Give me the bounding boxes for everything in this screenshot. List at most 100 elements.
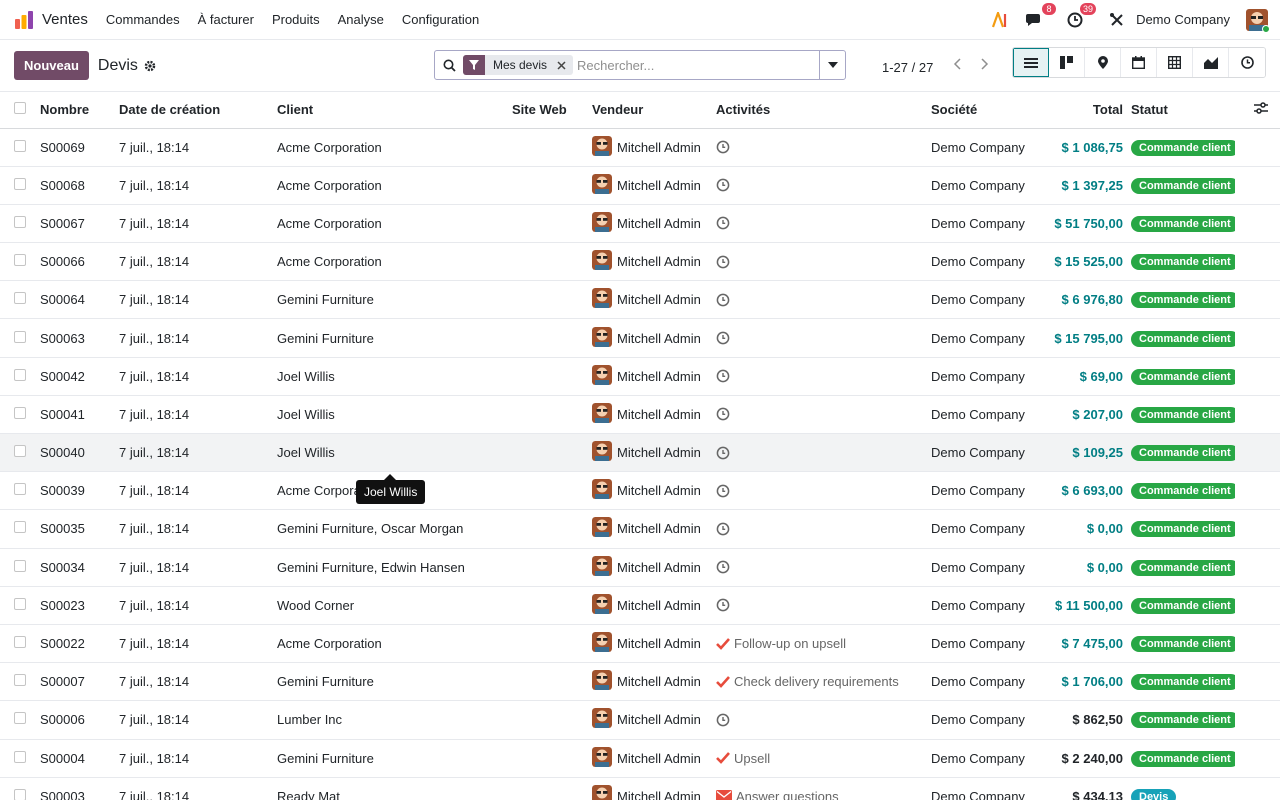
activities-clock-icon[interactable]: 39	[1066, 2, 1097, 29]
select-all-checkbox[interactable]	[14, 102, 26, 115]
email-icon[interactable]	[716, 790, 732, 800]
activity-widget[interactable]: Follow-up on upsell	[716, 636, 923, 651]
activity-widget[interactable]	[716, 178, 923, 192]
column-header-societe[interactable]: Société	[927, 92, 1027, 129]
column-header-site-web[interactable]: Site Web	[508, 92, 588, 129]
ai-icon[interactable]	[992, 11, 1010, 29]
row-checkbox[interactable]	[14, 177, 26, 190]
row-checkbox[interactable]	[14, 674, 26, 687]
check-icon[interactable]	[716, 675, 730, 688]
sales-app-icon[interactable]	[14, 10, 34, 30]
activity-widget[interactable]	[716, 140, 923, 154]
search-input[interactable]	[577, 52, 819, 78]
list-view-icon[interactable]	[1013, 48, 1049, 77]
row-checkbox[interactable]	[14, 215, 26, 228]
row-checkbox[interactable]	[14, 330, 26, 343]
table-row[interactable]: S00063 7 juil., 18:14 Gemini Furniture M…	[0, 318, 1280, 358]
column-header-date[interactable]: Date de création	[115, 92, 273, 129]
user-avatar[interactable]	[1246, 8, 1270, 33]
activity-widget[interactable]: Check delivery requirements	[716, 674, 923, 689]
search-icon[interactable]	[435, 59, 463, 72]
row-checkbox[interactable]	[14, 254, 26, 267]
activity-clock-icon[interactable]	[716, 713, 730, 727]
activity-clock-icon[interactable]	[716, 446, 730, 460]
activity-clock-icon[interactable]	[716, 484, 730, 498]
messages-icon[interactable]: 8	[1026, 2, 1057, 29]
table-row[interactable]: S00042 7 juil., 18:14 Joel Willis Mitche…	[0, 357, 1280, 396]
activity-widget[interactable]: Answer questions	[716, 789, 923, 800]
facet-remove-icon[interactable]	[553, 60, 569, 70]
table-row[interactable]: S00004 7 juil., 18:14 Gemini Furniture M…	[0, 739, 1280, 778]
menu-item-analyse[interactable]: Analyse	[338, 12, 384, 27]
table-row[interactable]: S00006 7 juil., 18:14 Lumber Inc Mitchel…	[0, 700, 1280, 740]
table-row[interactable]: S00003 7 juil., 18:14 Ready Mat Mitchell…	[0, 777, 1280, 800]
activity-widget[interactable]	[716, 522, 923, 536]
menu-item-commandes[interactable]: Commandes	[106, 12, 180, 27]
row-checkbox[interactable]	[14, 483, 26, 496]
table-row[interactable]: S00039 7 juil., 18:14 Acme Corporation M…	[0, 471, 1280, 511]
table-row[interactable]: S00040 7 juil., 18:14 Joel Willis Mitche…	[0, 433, 1280, 473]
column-header-activites[interactable]: Activités	[712, 92, 927, 129]
activity-widget[interactable]	[716, 293, 923, 307]
row-checkbox[interactable]	[14, 636, 26, 649]
activity-widget[interactable]	[716, 560, 923, 574]
activity-widget[interactable]	[716, 255, 923, 269]
row-checkbox[interactable]	[14, 788, 26, 800]
pager-value[interactable]: 1-27 / 27	[882, 60, 933, 75]
search-options-dropdown[interactable]	[819, 51, 845, 79]
table-row[interactable]: S00067 7 juil., 18:14 Acme Corporation M…	[0, 204, 1280, 244]
pivot-view-icon[interactable]	[1157, 48, 1193, 77]
pager-next-icon[interactable]	[971, 50, 999, 78]
check-icon[interactable]	[716, 752, 730, 764]
row-checkbox[interactable]	[14, 139, 26, 152]
activity-clock-icon[interactable]	[716, 178, 730, 192]
table-row[interactable]: S00023 7 juil., 18:14 Wood Corner Mitche…	[0, 586, 1280, 625]
graph-view-icon[interactable]	[1193, 48, 1229, 77]
row-checkbox[interactable]	[14, 368, 26, 381]
kanban-view-icon[interactable]	[1049, 48, 1085, 77]
activity-clock-icon[interactable]	[716, 560, 730, 574]
table-row[interactable]: S00069 7 juil., 18:14 Acme Corporation M…	[0, 128, 1280, 167]
activity-widget[interactable]	[716, 446, 923, 460]
calendar-view-icon[interactable]	[1121, 48, 1157, 77]
row-checkbox[interactable]	[14, 712, 26, 725]
activity-clock-icon[interactable]	[716, 216, 730, 230]
row-checkbox[interactable]	[14, 597, 26, 610]
activity-clock-icon[interactable]	[716, 140, 730, 154]
activity-widget[interactable]	[716, 484, 923, 498]
table-row[interactable]: S00041 7 juil., 18:14 Joel Willis Mitche…	[0, 395, 1280, 435]
menu-item-configuration[interactable]: Configuration	[402, 12, 479, 27]
app-name[interactable]: Ventes	[42, 11, 88, 28]
table-row[interactable]: S00022 7 juil., 18:14 Acme Corporation M…	[0, 624, 1280, 664]
table-row[interactable]: S00068 7 juil., 18:14 Acme Corporation M…	[0, 166, 1280, 205]
row-checkbox[interactable]	[14, 292, 26, 305]
activity-clock-icon[interactable]	[716, 407, 730, 421]
company-switcher[interactable]: Demo Company	[1136, 12, 1230, 27]
optional-columns-icon[interactable]	[1235, 92, 1280, 129]
activity-widget[interactable]	[716, 713, 923, 727]
activity-clock-icon[interactable]	[716, 331, 730, 345]
activity-view-icon[interactable]	[1229, 48, 1265, 77]
row-checkbox[interactable]	[14, 445, 26, 458]
table-row[interactable]: S00064 7 juil., 18:14 Gemini Furniture M…	[0, 280, 1280, 320]
pager-previous-icon[interactable]	[943, 50, 971, 78]
activity-widget[interactable]	[716, 598, 923, 612]
row-checkbox[interactable]	[14, 750, 26, 763]
activity-clock-icon[interactable]	[716, 522, 730, 536]
map-view-icon[interactable]	[1085, 48, 1121, 77]
check-icon[interactable]	[716, 637, 730, 650]
gear-icon[interactable]	[144, 60, 156, 72]
menu-item-produits[interactable]: Produits	[272, 12, 320, 27]
activity-clock-icon[interactable]	[716, 598, 730, 612]
activity-widget[interactable]	[716, 369, 923, 383]
activity-clock-icon[interactable]	[716, 255, 730, 269]
activity-clock-icon[interactable]	[716, 293, 730, 307]
menu-item-a-facturer[interactable]: À facturer	[198, 12, 254, 27]
column-header-nombre[interactable]: Nombre	[36, 92, 115, 129]
table-row[interactable]: S00034 7 juil., 18:14 Gemini Furniture, …	[0, 548, 1280, 587]
column-header-statut[interactable]: Statut	[1127, 92, 1235, 129]
activity-widget[interactable]	[716, 216, 923, 230]
table-row[interactable]: S00035 7 juil., 18:14 Gemini Furniture, …	[0, 509, 1280, 549]
table-row[interactable]: S00066 7 juil., 18:14 Acme Corporation M…	[0, 242, 1280, 282]
new-button[interactable]: Nouveau	[14, 51, 89, 80]
